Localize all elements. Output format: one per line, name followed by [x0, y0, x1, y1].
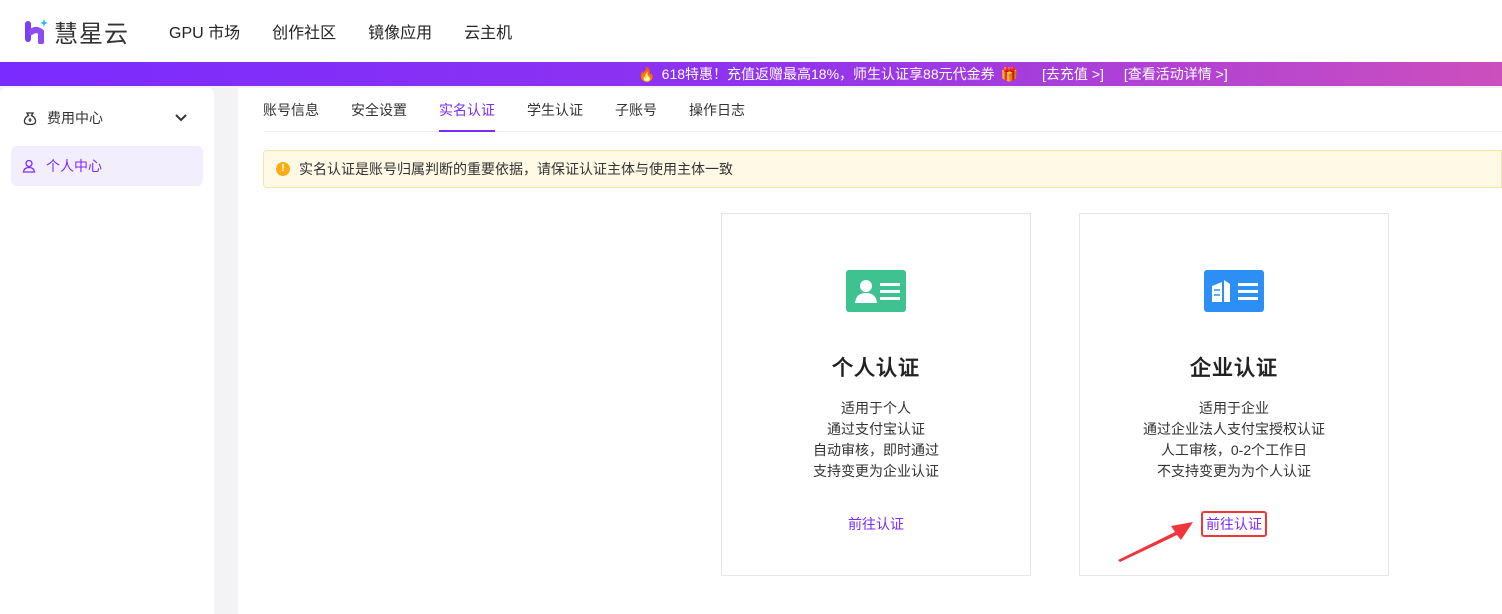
sidebar: 费用中心 个人中心	[0, 88, 214, 614]
card-desc-line: 通过企业法人支付宝授权认证	[1143, 421, 1325, 437]
tab-security-settings[interactable]: 安全设置	[351, 88, 407, 131]
card-desc-line: 支持变更为企业认证	[813, 463, 939, 479]
logo-text: 慧星云	[54, 20, 129, 48]
notice-alert: ! 实名认证是账号归属判断的重要依据，请保证认证主体与使用主体一致	[263, 150, 1502, 188]
fire-icon: 🔥	[638, 65, 656, 82]
tab-account-info[interactable]: 账号信息	[263, 88, 319, 131]
logo-icon	[25, 19, 48, 44]
tab-operation-log[interactable]: 操作日志	[689, 88, 745, 131]
promo-banner: 🔥 618特惠！充值返赠最高18%，师生认证享88元代金券 🎁 [去充值 >] …	[0, 62, 1502, 86]
chevron-down-icon[interactable]	[175, 114, 187, 122]
nav-community[interactable]: 创作社区	[272, 19, 336, 43]
logo[interactable]: 慧星云	[24, 14, 129, 49]
sidebar-item-billing[interactable]: 费用中心	[0, 98, 214, 138]
card-desc-line: 人工审核，0-2个工作日	[1160, 442, 1308, 458]
card-desc-line: 不支持变更为为个人认证	[1157, 463, 1311, 479]
top-header: 慧星云 GPU 市场 创作社区 镜像应用 云主机	[0, 0, 1502, 62]
activity-details-link[interactable]: [查看活动详情 >]	[1124, 64, 1228, 84]
nav-gpu-market[interactable]: GPU 市场	[169, 19, 240, 43]
tab-sub-accounts[interactable]: 子账号	[615, 88, 657, 131]
nav-cloud-host[interactable]: 云主机	[464, 19, 512, 43]
recharge-link[interactable]: [去充值 >]	[1042, 64, 1104, 84]
card-desc-line: 通过支付宝认证	[827, 421, 925, 437]
tab-student-auth[interactable]: 学生认证	[527, 88, 583, 131]
card-title: 企业认证	[1190, 357, 1278, 380]
tab-bar: 账号信息 安全设置 实名认证 学生认证 子账号 操作日志	[263, 88, 1502, 132]
promo-text: 618特惠！充值返赠最高18%，师生认证享88元代金券	[661, 66, 995, 82]
warning-icon: !	[276, 162, 290, 176]
red-arrow-annotation	[1118, 522, 1193, 562]
card-title: 个人认证	[832, 357, 920, 380]
gift-icon: 🎁	[1000, 65, 1019, 82]
tab-real-name-auth[interactable]: 实名认证	[439, 88, 495, 132]
enterprise-auth-button[interactable]: 前往认证	[1201, 511, 1267, 537]
id-card-icon	[846, 270, 906, 312]
main-content: 账号信息 安全设置 实名认证 学生认证 子账号 操作日志 ! 实名认证是账号归属…	[238, 88, 1502, 614]
alert-text: 实名认证是账号归属判断的重要依据，请保证认证主体与使用主体一致	[299, 161, 733, 177]
card-desc-line: 适用于企业	[1199, 400, 1269, 416]
sidebar-item-personal-center[interactable]: 个人中心	[11, 146, 203, 186]
sidebar-item-label: 费用中心	[47, 110, 103, 126]
sidebar-item-label: 个人中心	[46, 158, 102, 174]
card-desc-line: 适用于个人	[841, 400, 911, 416]
nav-image-apps[interactable]: 镜像应用	[368, 19, 432, 43]
building-icon	[1204, 270, 1264, 312]
personal-auth-button[interactable]: 前往认证	[844, 511, 908, 537]
user-icon	[22, 159, 36, 173]
personal-auth-card: 个人认证 适用于个人 通过支付宝认证 自动审核，即时通过 支持变更为企业认证 前…	[721, 213, 1031, 576]
money-bag-icon	[23, 112, 37, 126]
card-desc-line: 自动审核，即时通过	[813, 442, 939, 458]
